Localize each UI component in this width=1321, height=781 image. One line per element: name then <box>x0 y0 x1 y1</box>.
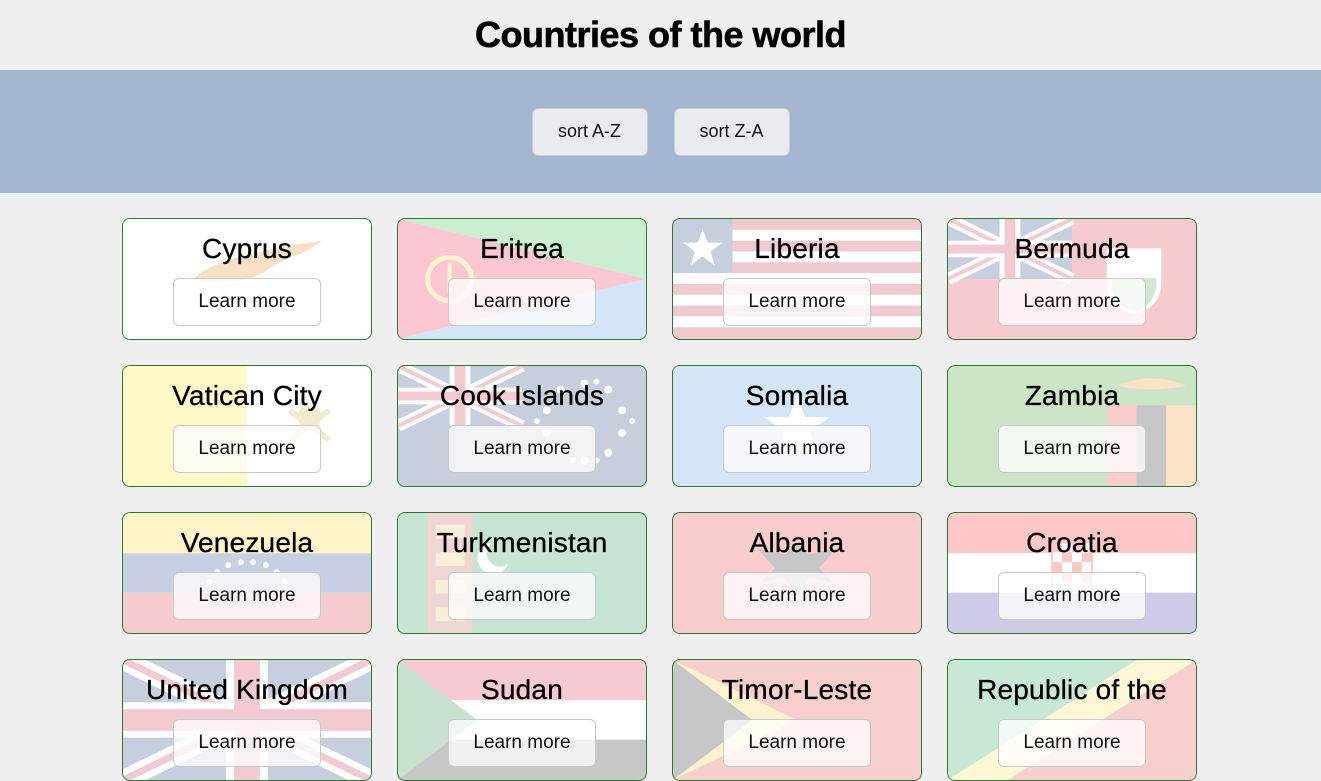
country-name: Turkmenistan <box>436 527 608 558</box>
learn-more-button[interactable]: Learn more <box>998 572 1146 620</box>
country-card: Vatican City Learn more <box>122 365 372 487</box>
country-name: Zambia <box>1024 380 1120 411</box>
country-name: Venezuela <box>180 527 314 558</box>
country-name: Eritrea <box>480 233 564 264</box>
country-name: Vatican City <box>172 380 322 411</box>
sort-az-button[interactable]: sort A-Z <box>531 107 648 156</box>
country-card: Venezuela Learn more <box>122 512 372 634</box>
country-card: Somalia Learn more <box>672 365 922 487</box>
country-name: Somalia <box>745 380 849 411</box>
learn-more-button[interactable]: Learn more <box>173 572 321 620</box>
country-card: Croatia Learn more <box>947 512 1197 634</box>
country-name: Timor-Leste <box>721 674 873 705</box>
learn-more-button[interactable]: Learn more <box>723 278 871 326</box>
learn-more-button[interactable]: Learn more <box>448 425 596 473</box>
country-name: Albania <box>749 527 845 558</box>
sort-toolbar: sort A-Z sort Z-A <box>0 70 1321 193</box>
learn-more-button[interactable]: Learn more <box>448 278 596 326</box>
country-card: Eritrea Learn more <box>397 218 647 340</box>
learn-more-button[interactable]: Learn more <box>173 278 321 326</box>
country-card: Liberia Learn more <box>672 218 922 340</box>
learn-more-button[interactable]: Learn more <box>998 278 1146 326</box>
country-name: Republic of the <box>977 674 1167 705</box>
country-card: Bermuda Learn more <box>947 218 1197 340</box>
learn-more-button[interactable]: Learn more <box>173 719 321 767</box>
learn-more-button[interactable]: Learn more <box>173 425 321 473</box>
country-name: Croatia <box>1026 527 1118 558</box>
country-card: Turkmenistan Learn more <box>397 512 647 634</box>
learn-more-button[interactable]: Learn more <box>723 572 871 620</box>
country-name: Cyprus <box>202 233 292 264</box>
country-name: Cook Islands <box>439 380 605 411</box>
country-card: Cook Islands Learn more <box>397 365 647 487</box>
country-grid: Cyprus Learn more Eritrea Learn more Lib… <box>122 218 1197 781</box>
sort-za-button[interactable]: sort Z-A <box>673 107 790 156</box>
country-card: Zambia Learn more <box>947 365 1197 487</box>
learn-more-button[interactable]: Learn more <box>448 572 596 620</box>
country-name: Liberia <box>754 233 840 264</box>
country-card: Albania Learn more <box>672 512 922 634</box>
country-card: United Kingdom Learn more <box>122 659 372 781</box>
learn-more-button[interactable]: Learn more <box>448 719 596 767</box>
country-name: Bermuda <box>1014 233 1130 264</box>
country-card: Timor-Leste Learn more <box>672 659 922 781</box>
country-card: Cyprus Learn more <box>122 218 372 340</box>
learn-more-button[interactable]: Learn more <box>723 719 871 767</box>
learn-more-button[interactable]: Learn more <box>998 425 1146 473</box>
learn-more-button[interactable]: Learn more <box>998 719 1146 767</box>
learn-more-button[interactable]: Learn more <box>723 425 871 473</box>
country-card: Sudan Learn more <box>397 659 647 781</box>
page-title: Countries of the world <box>475 14 847 56</box>
country-name: Sudan <box>481 674 563 705</box>
country-card: Republic of the Learn more <box>947 659 1197 781</box>
country-name: United Kingdom <box>145 674 349 705</box>
